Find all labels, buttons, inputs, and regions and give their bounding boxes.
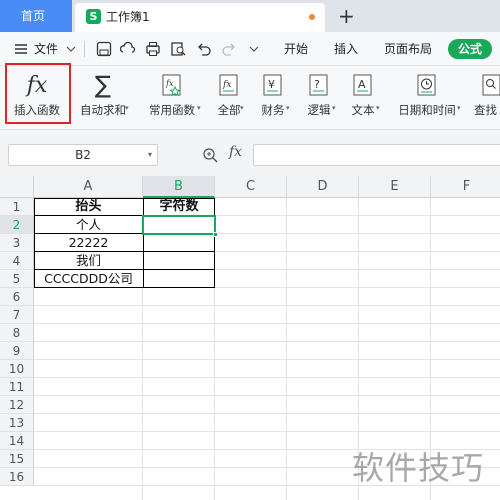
column-header-f[interactable]: F xyxy=(431,176,500,198)
common-functions-label: 常用函数 xyxy=(149,103,195,117)
row-header[interactable]: 4 xyxy=(0,252,34,270)
column-header-e[interactable]: E xyxy=(359,176,431,198)
column-header-c[interactable]: C xyxy=(215,176,287,198)
logical-dropdown-icon[interactable]: ▾ xyxy=(332,104,336,112)
cell-a2[interactable]: 个人 xyxy=(34,216,143,234)
row-header[interactable]: 7 xyxy=(0,306,34,324)
new-tab-button[interactable]: + xyxy=(338,2,355,30)
formula-input[interactable] xyxy=(253,144,500,166)
unsaved-indicator-icon xyxy=(309,14,315,20)
cell-reference: B2 xyxy=(75,148,91,162)
text-a-icon: A xyxy=(353,74,372,96)
column-header-a[interactable]: A xyxy=(34,176,143,198)
row-header[interactable]: 14 xyxy=(0,432,34,450)
workbook-title: 工作簿1 xyxy=(106,10,150,24)
menu-bar: 文件 开始 插入 页面布局 公式 xyxy=(0,32,500,66)
svg-text:¥: ¥ xyxy=(268,78,275,91)
date-time-label: 日期和时间 xyxy=(398,103,456,117)
financial-dropdown-icon[interactable]: ▾ xyxy=(286,104,290,112)
redo-icon[interactable] xyxy=(221,41,237,57)
autosum-dropdown-icon[interactable]: ▾ xyxy=(125,104,129,112)
tab-start[interactable]: 开始 xyxy=(284,32,308,66)
spreadsheet-icon: S xyxy=(86,9,101,24)
file-menu[interactable]: 文件 xyxy=(34,32,58,66)
text-functions-button[interactable]: A 文本 xyxy=(342,66,384,130)
cell-a5[interactable]: CCCCDDD公司 xyxy=(34,270,143,288)
divider xyxy=(84,41,85,57)
tab-bar: 首页 S 工作簿1 + xyxy=(0,0,500,32)
insert-function-highlight xyxy=(5,63,71,124)
autosum-button[interactable]: ∑ 自动求和 xyxy=(72,66,134,130)
row-header[interactable]: 2 xyxy=(0,216,34,234)
row-header[interactable]: 11 xyxy=(0,378,34,396)
column-header-d[interactable]: D xyxy=(287,176,359,198)
row-header[interactable]: 3 xyxy=(0,234,34,252)
all-functions-button[interactable]: fx 全部 xyxy=(208,66,250,130)
yen-icon: ¥ xyxy=(263,74,282,96)
hamburger-icon[interactable] xyxy=(14,42,30,58)
cell-a4[interactable]: 我们 xyxy=(34,252,143,270)
formula-bar: B2 ▾ fx xyxy=(0,130,500,176)
all-dropdown-icon[interactable]: ▾ xyxy=(240,104,244,112)
svg-text:A: A xyxy=(358,78,366,91)
lookup-button[interactable]: 查找 xyxy=(470,66,500,130)
row-header[interactable]: 15 xyxy=(0,450,34,468)
row-header[interactable]: 12 xyxy=(0,396,34,414)
row-header[interactable]: 16 xyxy=(0,468,34,486)
watermark: 软件技巧 xyxy=(352,449,485,487)
grid-line xyxy=(286,198,287,500)
date-time-dropdown-icon[interactable]: ▾ xyxy=(457,104,461,112)
fx-doc-icon: fx xyxy=(219,74,238,96)
lookup-label: 查找 xyxy=(474,103,497,117)
date-time-button[interactable]: 日期和时间 xyxy=(388,66,466,130)
tab-page-layout[interactable]: 页面布局 xyxy=(384,32,432,66)
row-header[interactable]: 1 xyxy=(0,198,34,216)
row-header[interactable]: 9 xyxy=(0,342,34,360)
cloud-save-icon[interactable] xyxy=(120,41,136,57)
tab-formulas[interactable]: 公式 xyxy=(448,39,492,59)
formula-ribbon: fx 插入函数 ∑ 自动求和 fx 常用函数 fx 全部 ¥ 财务 ? 逻辑 A… xyxy=(0,66,500,130)
row-header[interactable]: 6 xyxy=(0,288,34,306)
active-cell-b2[interactable] xyxy=(142,215,218,237)
financial-button[interactable]: ¥ 财务 xyxy=(252,66,294,130)
fx-label[interactable]: fx xyxy=(229,144,242,160)
grid-line xyxy=(214,198,215,500)
logical-button[interactable]: ? 逻辑 xyxy=(298,66,340,130)
cell-b1[interactable]: 字符数 xyxy=(143,198,215,216)
fx-star-icon: fx xyxy=(162,74,181,97)
svg-text:fx: fx xyxy=(165,79,174,88)
column-header-b[interactable]: B xyxy=(143,176,215,198)
grid-line xyxy=(142,288,143,500)
name-box[interactable]: B2 ▾ xyxy=(8,144,158,166)
text-dropdown-icon[interactable]: ▾ xyxy=(376,104,380,112)
question-doc-icon: ? xyxy=(309,74,328,96)
row-header[interactable]: 5 xyxy=(0,270,34,288)
cell-a3[interactable]: 22222 xyxy=(34,234,143,252)
chevron-down-icon[interactable] xyxy=(66,44,82,60)
sigma-icon: ∑ xyxy=(94,71,112,99)
workbook-tab[interactable]: S 工作簿1 xyxy=(75,3,325,32)
fill-handle[interactable] xyxy=(213,232,218,237)
search-icon xyxy=(482,74,500,96)
cell-a1[interactable]: 抬头 xyxy=(34,198,143,216)
row-header[interactable]: 13 xyxy=(0,414,34,432)
print-preview-icon[interactable] xyxy=(170,41,186,57)
svg-text:?: ? xyxy=(314,78,320,91)
svg-text:fx: fx xyxy=(222,80,231,90)
undo-icon[interactable] xyxy=(196,41,212,57)
tab-insert[interactable]: 插入 xyxy=(334,32,358,66)
home-tab[interactable]: 首页 xyxy=(0,0,72,32)
zoom-icon[interactable] xyxy=(202,147,218,163)
save-icon[interactable] xyxy=(96,41,112,57)
row-header[interactable]: 8 xyxy=(0,324,34,342)
common-functions-button[interactable]: fx 常用函数 xyxy=(140,66,204,130)
select-all-corner[interactable] xyxy=(0,176,34,198)
customize-toolbar-icon[interactable] xyxy=(248,41,264,57)
common-functions-dropdown-icon[interactable]: ▾ xyxy=(197,104,201,112)
print-icon[interactable] xyxy=(145,41,161,57)
chevron-down-icon[interactable]: ▾ xyxy=(148,145,152,165)
clock-icon xyxy=(417,74,436,96)
row-header[interactable]: 10 xyxy=(0,360,34,378)
